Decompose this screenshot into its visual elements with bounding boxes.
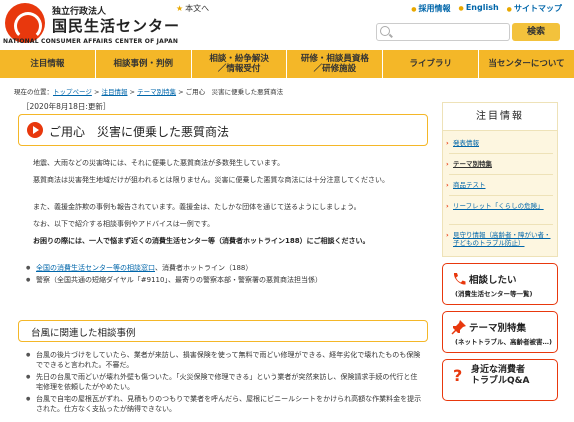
section-header: 台風に関連した相談事例 [18,320,428,342]
recruit-link[interactable]: 採用情報 [411,3,451,14]
sidebar-heading: 注目情報 [443,103,557,131]
list-item: 警察（全国共通の短縮ダイヤル「#9110」、最寄りの警察本部・警察署の悪質商法担… [26,275,422,285]
consult-label: 相談したい [469,275,517,286]
breadcrumb: 現在の位置：トップページ > 注目情報 > テーマ別特集 > ご用心 災害に便乗… [14,88,284,96]
consult-button[interactable]: 相談したい (消費生活センター等一覧) [442,263,558,305]
update-date: ［2020年8月18日:更新］ [22,102,111,111]
sidebar-item-leaflet[interactable]: リーフレット「くらしの危険」 [446,202,553,210]
ncac-logo-icon[interactable] [5,3,45,43]
section-title: 台風に関連した相談事例 [31,328,136,339]
search-icon [380,26,390,36]
play-arrow-icon [27,122,43,138]
theme-special-sub: (ネットトラブル、高齢者被害…) [455,338,552,346]
sidebar-item-theme[interactable]: テーマ別特集 [446,160,553,168]
divider [449,153,553,154]
nav-library[interactable]: ライブラリ [383,50,480,78]
theme-special-button[interactable]: テーマ別特集 (ネットトラブル、高齢者被害…) [442,311,558,353]
nav-featured[interactable]: 注目情報 [0,50,96,78]
svg-text:?: ? [453,367,462,383]
qa-button[interactable]: ? 身近な消費者 トラブルQ&A [442,359,558,401]
breadcrumb-home[interactable]: トップページ [53,88,92,96]
case-list: 台風の後片づけをしていたら、業者が来訪し、損害保険を使って無料で雨どい修理ができ… [26,350,422,416]
english-link[interactable]: English [459,3,499,14]
nav-consultation[interactable]: 相談・紛争解決 ／情報受付 [192,50,288,78]
page-title: ご用心 災害に便乗した悪質商法 [49,125,230,139]
list-item: 全国の消費生活センター等の相談窓口、消費者ホットライン（188） [26,263,422,273]
nav-about[interactable]: 当センターについて [479,50,574,78]
consult-sub: (消費生活センター等一覧) [455,290,533,298]
phone-icon [453,273,466,285]
divider [449,195,553,196]
logo-english: NATIONAL CONSUMER AFFAIRS CENTER OF JAPA… [3,38,179,45]
nav-training[interactable]: 研修・相談員資格 ／研修施設 [287,50,384,78]
logo-title[interactable]: 国民生活センター [52,15,180,36]
qa-label: 身近な消費者 トラブルQ&A [471,365,530,386]
page-title-box: ご用心 災害に便乗した悪質商法 [18,114,428,146]
global-nav: 注目情報 相談事例・判例 相談・紛争解決 ／情報受付 研修・相談員資格 ／研修施… [0,50,574,78]
paragraph-2: 悪質商法は災害発生地域だけが狙われるとは限りません。災害に便乗した悪質な商法には… [33,176,390,184]
breadcrumb-current: ご用心 災害に便乗した悪質商法 [185,88,284,96]
question-mark-icon: ? [453,367,462,383]
consumer-center-link[interactable]: 全国の消費生活センター等の相談窓口 [36,264,155,272]
emphasis-text: お困りの際には、一人で悩まず近くの消費生活センター等（消費者ホットライン188）… [33,237,370,245]
search-input[interactable] [376,23,510,41]
sidebar-nav: 注目情報 発表情報 テーマ別特集 商品テスト リーフレット「くらしの危険」 見守… [442,102,558,257]
paragraph-4: なお、以下で紹介する相談事例やアドバイスは一例です。 [33,220,215,228]
list-item: 先日の台風で雨どいが壊れ外壁も傷ついた。「火災保険で修理できる」という業者が突然… [26,372,422,392]
skip-to-content-link[interactable]: ★ 本文へ [176,3,209,14]
utility-links: 採用情報 English サイトマップ [411,3,562,14]
search-button[interactable]: 検索 [512,23,560,41]
pushpin-icon [451,320,466,335]
nav-cases[interactable]: 相談事例・判例 [96,50,192,78]
divider [449,224,553,225]
list-item: 台風で自宅の屋根瓦がずれ、見積もりのつもりで業者を呼んだら、屋根にビニールシート… [26,394,422,414]
contact-list: 全国の消費生活センター等の相談窓口、消費者ホットライン（188） 警察（全国共通… [26,263,422,287]
sitemap-link[interactable]: サイトマップ [507,3,562,14]
site-header: 独立行政法人 国民生活センター NATIONAL CONSUMER AFFAIR… [0,0,574,48]
divider [449,174,553,175]
sidebar-item-mimamori[interactable]: 見守り情報（高齢者・障がい者・子どものトラブル防止） [446,231,553,247]
theme-special-label: テーマ別特集 [469,323,527,334]
list-item: 台風の後片づけをしていたら、業者が来訪し、損害保険を使って無料で雨どい修理ができ… [26,350,422,370]
sidebar-item-announcements[interactable]: 発表情報 [446,139,553,147]
sidebar-item-product-test[interactable]: 商品テスト [446,181,553,189]
paragraph-3: また、義援金詐欺の事例も報告されています。義援金は、たしかな団体を通じて送るよう… [33,203,361,211]
breadcrumb-theme[interactable]: テーマ別特集 [137,88,176,96]
star-icon: ★ [176,4,184,13]
paragraph-1: 地震、大雨などの災害時には、それに便乗した悪質商法が多数発生しています。 [33,159,285,167]
breadcrumb-featured[interactable]: 注目情報 [101,88,127,96]
